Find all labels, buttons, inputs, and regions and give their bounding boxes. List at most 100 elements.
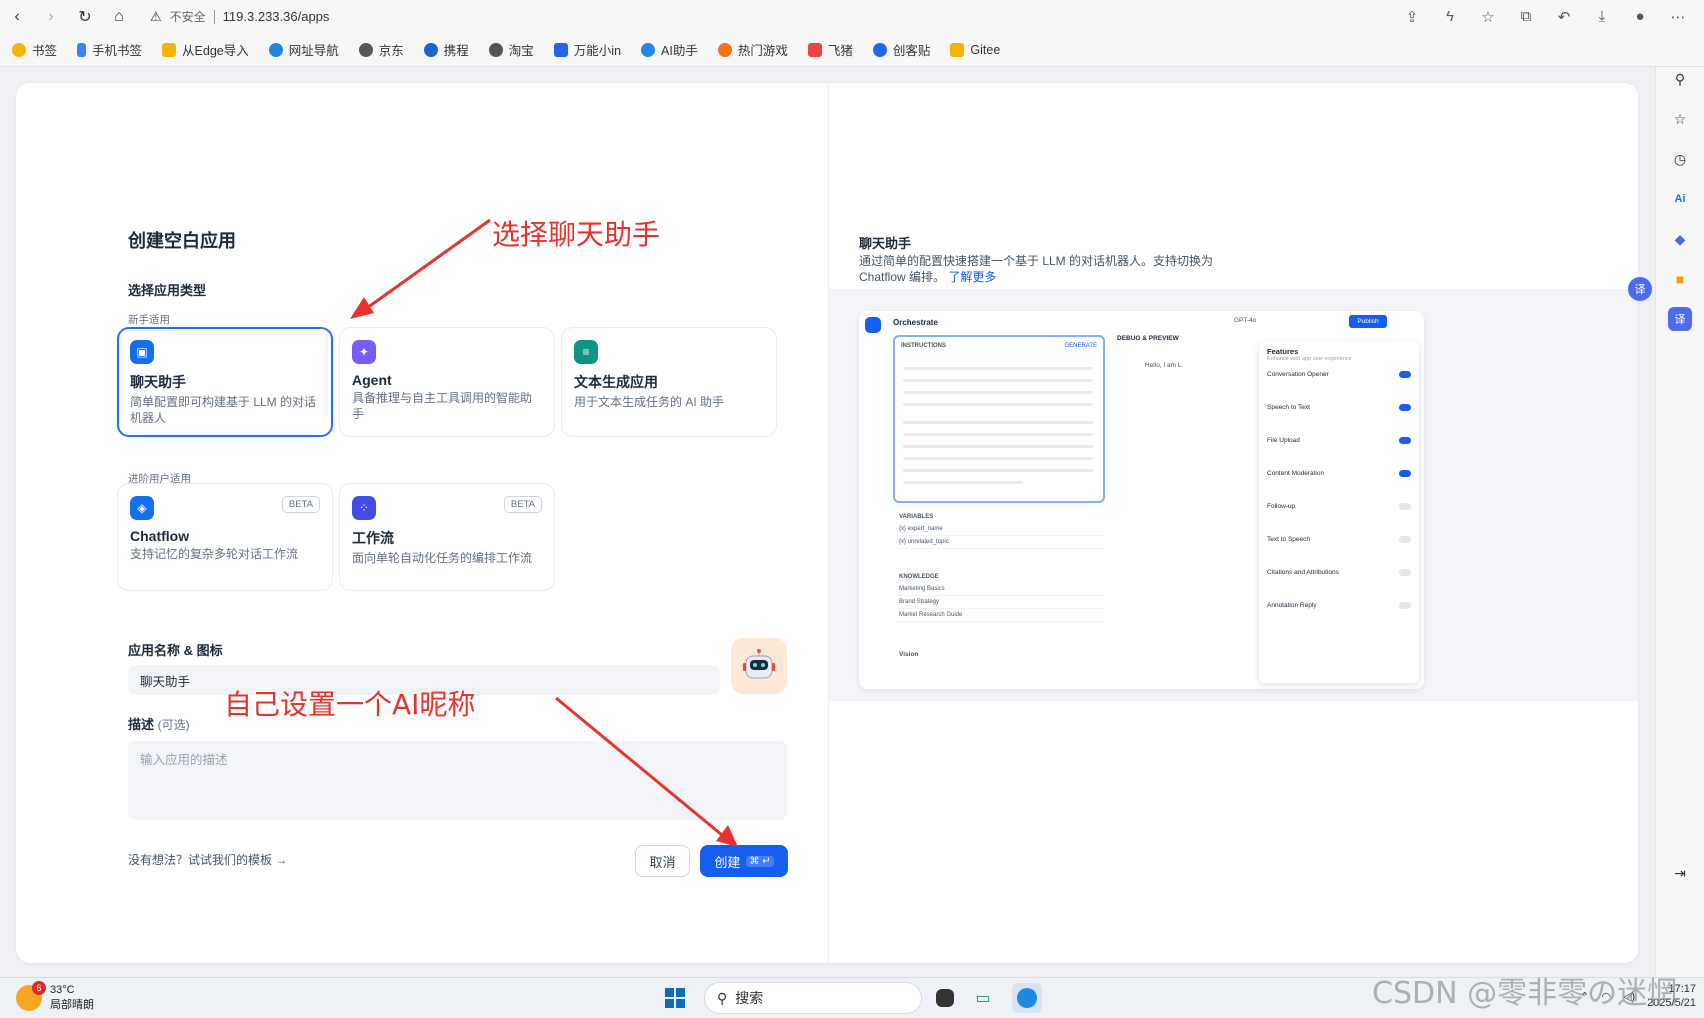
insecure-label: 不安全 [169,10,206,24]
card-desc: 用于文本生成任务的 AI 助手 [574,395,725,409]
bookmark-item[interactable]: 书签 [12,40,57,59]
edge-icon [641,42,656,57]
app-icon-picker[interactable] [731,638,787,694]
card-title: 聊天助手 [130,374,186,390]
refresh-icon[interactable]: ↻ [68,0,102,33]
preview-panel: ✕ 聊天助手 通过简单的配置快速搭建一个基于 LLM 的对话机器人。支持切换为 … [828,83,1638,963]
browser-sidebar: ⚲ ☆ ◷ Ai ◆ ■ 译 ⇥ [1655,67,1704,977]
beta-badge: BETA [503,496,542,513]
forward-icon[interactable]: › [34,0,68,33]
weather-widget[interactable]: 6 33°C 局部晴朗 [16,981,94,1012]
fliggy-icon [807,42,822,57]
card-text-generation[interactable]: ≡ 文本生成应用 用于文本生成任务的 AI 助手 [561,327,777,437]
features-subtitle: Enhance web app user experience [1267,356,1352,362]
taskbar-search[interactable]: ⚲ 搜索 [704,982,922,1014]
card-agent[interactable]: ✦ Agent 具备推理与自主工具调用的智能助手 [339,327,555,437]
folder-icon [162,42,177,57]
extensions-icon[interactable]: ⧉ [1510,8,1542,25]
collapse-sidebar-icon[interactable]: ⇥ [1668,861,1692,885]
toggle-on [1399,437,1411,444]
warning-icon: ⚠ [150,8,162,24]
card-workflow[interactable]: ⁘ BETA 工作流 面向单轮自动化任务的编排工作流 [339,483,555,591]
edge-browser-icon[interactable] [1012,983,1042,1013]
create-button[interactable]: 创建 ⌘ ↵ [700,845,788,877]
browser-actions: ⇪ ϟ ☆ ⧉ ↶ ⤓ ● ⋯ [1396,0,1694,33]
description-input[interactable]: 输入应用的描述 [128,741,787,820]
features-title: Features [1267,347,1299,356]
url-text[interactable]: 119.3.233.36/apps [223,9,330,24]
card-chatflow[interactable]: ◈ BETA Chatflow 支持记忆的复杂多轮对话工作流 [117,483,333,591]
bookmarks-bar: 书签 手机书签 从Edge导入 网址导航 京东 携程 淘宝 万能小in AI助手… [0,33,1704,67]
favorites-icon[interactable]: ☆ [1668,107,1692,131]
lightning-icon[interactable]: ϟ [1434,8,1466,25]
bookmark-item[interactable]: 飞猪 [807,40,853,59]
bookmark-item[interactable]: 京东 [358,40,404,59]
modal-title: 创建空白应用 [128,231,236,251]
profile-icon[interactable]: ● [1624,8,1656,25]
task-view-icon[interactable] [936,989,954,1007]
cancel-button[interactable]: 取消 [635,845,690,877]
toggle-on [1399,404,1411,411]
card-title: 工作流 [352,530,394,546]
search-icon: ⚲ [717,989,728,1006]
weather-text: 局部晴朗 [50,999,94,1011]
bookmark-item[interactable]: 热门游戏 [717,40,788,59]
workflow-icon: ⁘ [352,496,376,520]
card-desc: 具备推理与自主工具调用的智能助手 [352,391,533,421]
home-icon[interactable]: ⌂ [102,0,136,33]
feature-item: Content Moderation [1267,470,1411,477]
windows-logo [665,988,685,1008]
windows-start-icon[interactable] [660,983,690,1013]
briefcase-icon[interactable]: ■ [1668,267,1692,291]
card-title: Agent [352,372,392,388]
floating-translate-icon[interactable]: 译 [1628,277,1652,301]
translate-icon[interactable]: 译 [1668,307,1692,331]
share-icon[interactable]: ⇪ [1396,8,1428,26]
shortcut-hint: ⌘ ↵ [746,855,774,867]
download-icon[interactable]: ⤓ [1586,8,1618,25]
preview-screenshot: Orchestrate GPT-4o Publish INSTRUCTIONS … [859,311,1424,689]
feature-item: Speech to Text [1267,404,1411,411]
card-chat-assistant[interactable]: ▣ 聊天助手 简单配置即可构建基于 LLM 的对话机器人 [117,327,333,437]
toggle-off [1399,503,1411,510]
chat-bot-icon: ▣ [130,340,154,364]
toggle-on [1399,470,1411,477]
ctrip-icon [423,42,438,57]
variable-row: {x} expert_name [893,523,1105,536]
back-icon[interactable]: ‹ [0,0,34,33]
knowledge-section: KNOWLEDGE Marketing Basics Brand Strateg… [893,571,1105,641]
games-icon[interactable]: ◆ [1668,227,1692,251]
phone-icon [77,42,87,57]
star-icon [12,42,26,57]
beginner-label: 新手适用 [128,314,170,326]
learn-more-link[interactable]: 了解更多 [948,270,996,284]
bookmark-item[interactable]: Gitee [950,42,1000,57]
feature-item: Conversation Opener [1267,371,1411,378]
more-icon[interactable]: ⋯ [1662,8,1694,26]
favorite-star-icon[interactable]: ☆ [1472,8,1504,26]
toggle-off [1399,536,1411,543]
bookmark-item[interactable]: 携程 [423,40,469,59]
bookmark-item[interactable]: 手机书签 [77,40,142,59]
bookmark-item[interactable]: 淘宝 [488,40,534,59]
app-logo-icon [865,317,881,333]
card-desc: 简单配置即可构建基于 LLM 的对话机器人 [130,395,317,425]
browser-toolbar: ‹ › ↻ ⌂ ⚠ 不安全 119.3.233.36/apps ⇪ ϟ ☆ ⧉ … [0,0,1704,33]
terminal-icon[interactable]: ▭ [968,983,998,1013]
address-bar[interactable]: ⚠ 不安全 119.3.233.36/apps [150,8,329,25]
card-desc: 面向单轮自动化任务的编排工作流 [352,551,533,565]
notification-badge: 6 [32,981,46,995]
bookmark-item[interactable]: 从Edge导入 [162,40,249,59]
bookmark-item[interactable]: 网址导航 [268,40,339,59]
history-icon[interactable]: ◷ [1668,147,1692,171]
bookmark-item[interactable]: 创客贴 [872,40,930,59]
template-link[interactable]: 没有想法？试试我们的模板 → [128,851,287,868]
app-type-label: 选择应用类型 [128,283,207,298]
bookmark-item[interactable]: 万能小in [553,40,621,59]
ai-icon[interactable]: Ai [1668,187,1692,211]
search-icon[interactable]: ⚲ [1668,67,1692,91]
temperature: 33°C [50,984,75,996]
undo-icon[interactable]: ↶ [1548,8,1580,26]
features-panel: Features Enhance web app user experience… [1259,341,1419,683]
bookmark-item[interactable]: AI助手 [641,40,698,59]
